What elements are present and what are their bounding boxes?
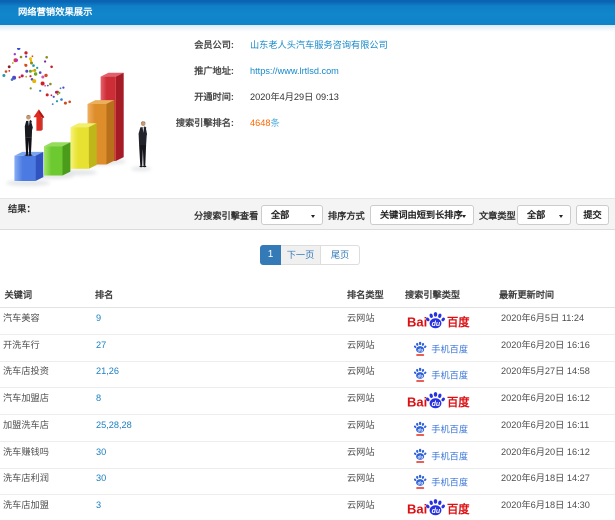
svg-text:手机百度: 手机百度 xyxy=(431,476,468,487)
svg-text:手机百度: 手机百度 xyxy=(431,343,468,354)
svg-text:百度: 百度 xyxy=(447,502,470,516)
svg-text:手机百度: 手机百度 xyxy=(431,450,468,461)
svg-text:du: du xyxy=(432,401,441,408)
svg-text:手机百度: 手机百度 xyxy=(431,370,468,381)
svg-text:Bai: Bai xyxy=(407,315,427,330)
svg-text:百度: 百度 xyxy=(447,395,470,409)
svg-text:du: du xyxy=(418,374,424,379)
svg-text:Bai: Bai xyxy=(407,395,427,410)
svg-text:du: du xyxy=(418,347,424,352)
svg-text:Bai: Bai xyxy=(407,501,427,516)
svg-text:du: du xyxy=(418,427,424,432)
svg-text:百度: 百度 xyxy=(447,315,470,329)
svg-text:du: du xyxy=(418,454,424,459)
svg-text:du: du xyxy=(432,321,441,328)
svg-text:du: du xyxy=(432,508,441,515)
svg-text:du: du xyxy=(418,480,424,485)
svg-text:手机百度: 手机百度 xyxy=(431,423,468,434)
